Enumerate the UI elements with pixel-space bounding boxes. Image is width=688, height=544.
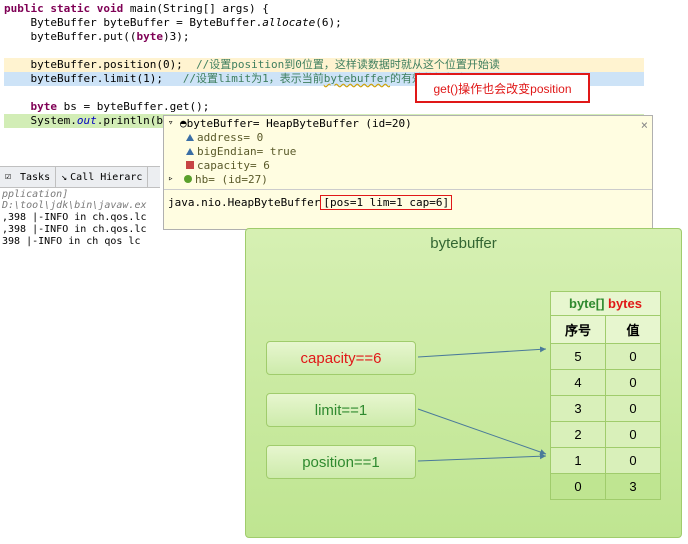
expand-icon[interactable]: ▹ xyxy=(168,174,176,184)
tab-call-hierarchy[interactable]: ↘ Call Hierarc xyxy=(56,167,148,187)
console-output: ,398 |-INFO in ch.qos.lc ,398 |-INFO in … xyxy=(0,212,160,248)
close-icon[interactable]: × xyxy=(641,118,648,132)
field-icon xyxy=(184,175,192,183)
table-header: byte[] bytes xyxy=(551,292,661,316)
table-row: 10 xyxy=(551,448,661,474)
field-icon xyxy=(186,148,194,155)
col-value: 值 xyxy=(606,316,661,344)
table-row: 30 xyxy=(551,396,661,422)
highlighted-output: [pos=1 lim=1 cap=6] xyxy=(320,195,452,210)
tasks-icon: ☑ xyxy=(5,171,17,183)
tab-tasks[interactable]: ☑Tasks xyxy=(0,167,56,187)
field-icon xyxy=(186,161,194,169)
code-editor: public static void main(String[] args) {… xyxy=(0,0,688,128)
console-path: pplication] D:\tool\jdk\bin\javaw.ex xyxy=(0,187,160,212)
table-row: 20 xyxy=(551,422,661,448)
table-row: 03 xyxy=(551,474,661,500)
limit-label: limit==1 xyxy=(266,393,416,427)
code-line: public static void main(String[] args) { xyxy=(4,2,688,16)
bottom-tabs: ☑Tasks ↘ Call Hierarc pplication] D:\too… xyxy=(0,166,160,226)
bytes-table: byte[] bytes 序号值 50 40 30 20 10 03 xyxy=(550,291,661,500)
annotation-callout: get()操作也会改变position xyxy=(415,73,590,103)
debug-output-text: java.nio.HeapByteBuffer xyxy=(168,196,320,209)
position-label: position==1 xyxy=(266,445,416,479)
expand-icon[interactable]: ▿ xyxy=(168,118,176,128)
field-icon xyxy=(186,134,194,141)
col-index: 序号 xyxy=(551,316,606,344)
capacity-label: capacity==6 xyxy=(266,341,416,375)
table-row: 40 xyxy=(551,370,661,396)
panel-title: bytebuffer xyxy=(246,229,681,262)
debug-inspect-popup: × ▿◓ byteBuffer= HeapByteBuffer (id=20) … xyxy=(163,115,653,230)
table-row: 50 xyxy=(551,344,661,370)
diagram-panel: bytebuffer capacity==6 limit==1 position… xyxy=(245,228,682,538)
